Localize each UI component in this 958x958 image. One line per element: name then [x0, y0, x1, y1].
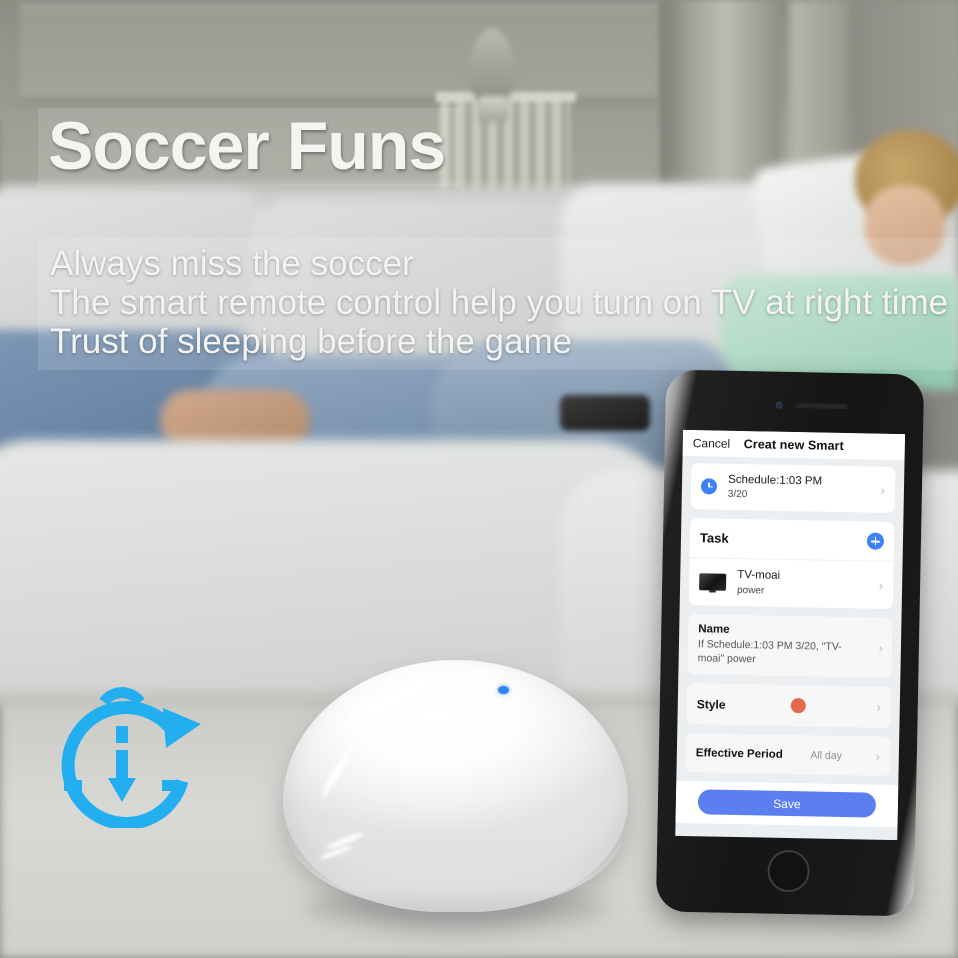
subheading-banner: Always miss the soccer The smart remote … [38, 238, 958, 370]
subheading-line-1: Always miss the soccer [50, 244, 414, 283]
task-device-row[interactable]: TV-moai power › [689, 558, 894, 608]
chevron-right-icon: › [878, 577, 884, 593]
schedule-row[interactable]: Schedule:1:03 PM 3/20 › [691, 463, 896, 513]
style-label: Style [696, 697, 726, 712]
clock-icon [700, 478, 718, 495]
schedule-title: Schedule:1:03 PM [728, 473, 823, 488]
tv-icon [698, 573, 727, 591]
device-name: TV-moai [737, 569, 781, 583]
effective-period-value: All day [810, 749, 843, 762]
effective-period-card[interactable]: Effective Period All day › [685, 733, 891, 777]
style-card[interactable]: Style › [686, 683, 892, 729]
form-scroll-area: Schedule:1:03 PM 3/20 › Task TV-moai pow… [676, 456, 904, 777]
chevron-right-icon: › [875, 749, 880, 765]
screen-title: Creat new Smart [743, 437, 845, 453]
earpiece-speaker-icon [795, 403, 848, 410]
timer-clock-icon [42, 678, 210, 830]
chevron-right-icon: › [876, 700, 881, 716]
front-camera-icon [775, 401, 783, 409]
name-label: Name [698, 622, 730, 636]
chevron-right-icon: › [878, 640, 884, 656]
chevron-right-icon: › [880, 482, 886, 498]
subheading-line-3: Trust of sleeping before the game [50, 322, 573, 362]
led-indicator [498, 686, 509, 694]
task-card: Task TV-moai power › [688, 518, 895, 609]
schedule-date: 3/20 [727, 489, 748, 501]
save-bar: Save [675, 781, 899, 828]
phone-screen: Cancel Creat new Smart Schedule:1:03 PM … [675, 429, 906, 841]
app-navbar: Cancel Creat new Smart [682, 429, 906, 461]
smart-hub-device [283, 660, 628, 950]
effective-period-label: Effective Period [695, 747, 783, 761]
name-value: If Schedule:1:03 PM 3/20, "TV-moai" powe… [697, 637, 842, 665]
page-title: Soccer Funs [48, 108, 446, 184]
subheading-line-2: The smart remote control help you turn o… [50, 283, 949, 323]
device-action: power [736, 584, 765, 597]
phone-mockup: Cancel Creat new Smart Schedule:1:03 PM … [655, 369, 925, 917]
schedule-card: Schedule:1:03 PM 3/20 › [690, 463, 896, 514]
promo-banner: Soccer Funs Always miss the soccer The s… [0, 0, 958, 958]
add-task-button[interactable] [866, 532, 885, 551]
headline-banner: Soccer Funs [38, 108, 460, 188]
name-card[interactable]: Name If Schedule:1:03 PM 3/20, "TV-moai"… [687, 613, 893, 679]
save-button[interactable]: Save [697, 789, 877, 819]
style-color-swatch[interactable] [790, 698, 806, 714]
task-header: Task [689, 518, 895, 563]
task-label: Task [699, 530, 729, 547]
